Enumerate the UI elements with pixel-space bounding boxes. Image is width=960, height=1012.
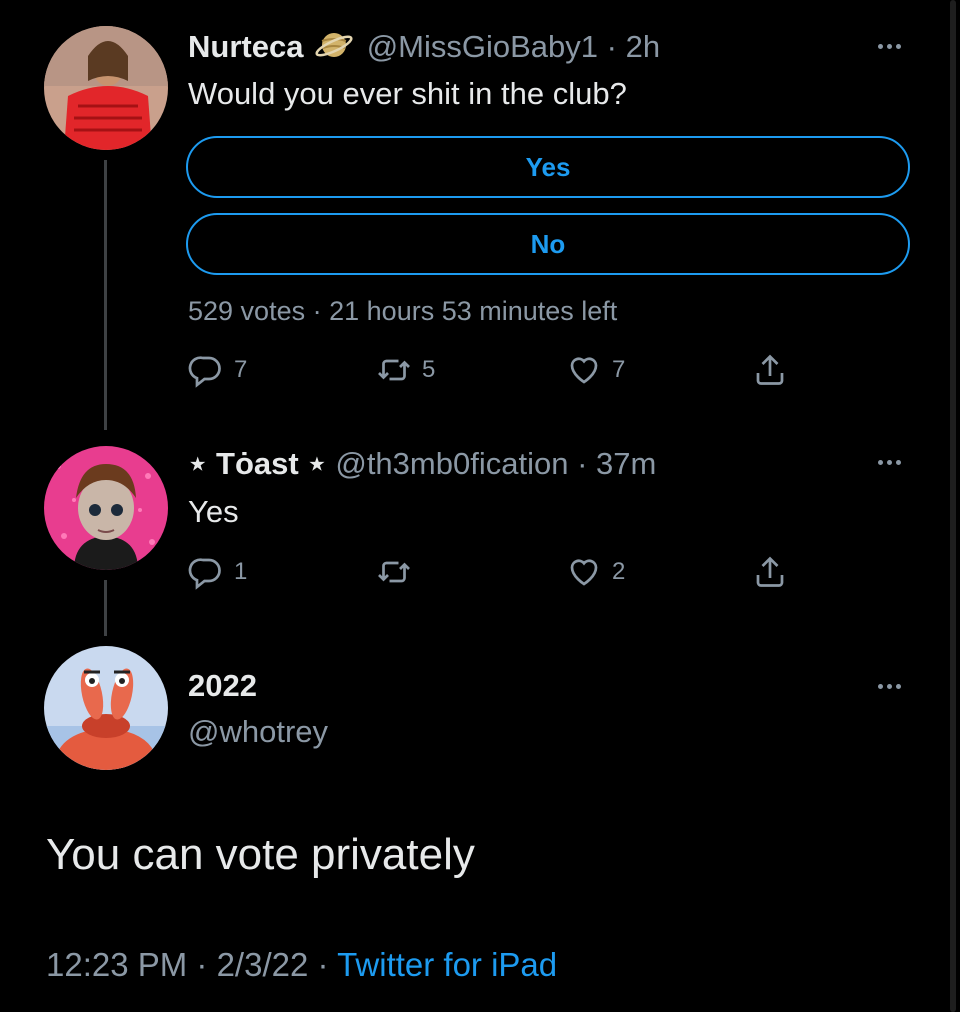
tweet-text: Yes — [188, 494, 239, 529]
tweet2-header: ⋆ Tȯast ⋆ @th3mb0fication · 37m — [188, 446, 656, 482]
planet-emoji-icon — [314, 27, 354, 71]
poll-option-no[interactable]: No — [186, 213, 910, 275]
retweet-button[interactable]: 5 — [376, 352, 435, 388]
like-button[interactable]: 2 — [566, 554, 625, 590]
share-icon — [756, 354, 784, 385]
share-button[interactable] — [752, 554, 788, 590]
reply-icon — [188, 356, 221, 388]
separator: · — [577, 446, 588, 481]
avatar-nurteca[interactable] — [44, 26, 168, 150]
tweet-source[interactable]: Twitter for iPad — [337, 946, 557, 983]
poll-option-yes[interactable]: Yes — [186, 136, 910, 198]
tweet1-header: Nurteca @MissGioBaby1 · 2h — [188, 27, 660, 71]
reply-icon — [188, 558, 221, 590]
retweet-button[interactable] — [376, 554, 422, 590]
avatar-toast[interactable] — [44, 446, 168, 570]
scrollbar[interactable] — [950, 0, 956, 1012]
tweet-timestamp[interactable]: 12:23 PM · 2/3/22 · — [46, 946, 337, 983]
poll-time-left: 21 hours 53 minutes left — [329, 296, 618, 326]
more-icon[interactable] — [878, 460, 901, 465]
like-count: 7 — [612, 356, 626, 383]
avatar-whotrey[interactable] — [44, 646, 168, 770]
share-button[interactable] — [752, 352, 788, 388]
thread-line — [104, 580, 107, 636]
more-icon[interactable] — [878, 684, 901, 689]
like-count: 2 — [612, 558, 626, 585]
handle[interactable]: @MissGioBaby1 — [367, 29, 598, 64]
reply-count: 7 — [234, 356, 248, 383]
more-icon[interactable] — [878, 44, 901, 49]
display-name[interactable]: Nurteca — [188, 29, 303, 64]
retweet-icon — [378, 359, 410, 381]
reply-count: 1 — [234, 558, 248, 585]
tweet-text: You can vote privately — [46, 830, 475, 879]
like-button[interactable]: 7 — [566, 352, 625, 388]
like-icon — [570, 357, 598, 384]
retweet-icon — [378, 561, 410, 583]
poll-votes: 529 votes — [188, 296, 306, 326]
timestamp[interactable]: 37m — [596, 446, 656, 481]
thread-line — [104, 160, 107, 430]
share-icon — [756, 556, 784, 587]
reply-button[interactable]: 7 — [188, 352, 247, 388]
tweet-text: Would you ever shit in the club? — [188, 76, 627, 111]
timestamp[interactable]: 2h — [626, 29, 660, 64]
tweet-meta: 12:23 PM · 2/3/22 · Twitter for iPad — [46, 946, 557, 984]
retweet-count: 5 — [422, 356, 436, 383]
separator: · — [312, 296, 322, 326]
reply-button[interactable]: 1 — [188, 554, 247, 590]
separator: · — [606, 29, 617, 64]
handle[interactable]: @whotrey — [188, 714, 328, 750]
poll-info: 529 votes · 21 hours 53 minutes left — [188, 296, 617, 327]
like-icon — [570, 559, 598, 586]
display-name[interactable]: 2022 — [188, 668, 257, 704]
display-name[interactable]: ⋆ Tȯast ⋆ — [188, 446, 327, 481]
handle[interactable]: @th3mb0fication — [335, 446, 568, 481]
